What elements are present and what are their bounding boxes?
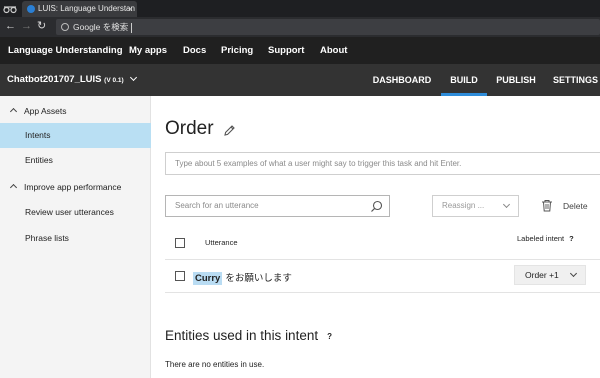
browser-toolbar: ← → ↻ Google を検索 — [0, 17, 600, 37]
trash-icon — [542, 200, 552, 212]
incognito-icon — [3, 2, 17, 14]
search-icon[interactable] — [370, 200, 383, 213]
brand-link[interactable]: Language Understanding — [8, 37, 123, 64]
text-cursor — [131, 22, 133, 33]
app-selector[interactable]: Chatbot201707_LUIS (V 0.1) — [7, 64, 138, 97]
divider — [165, 292, 600, 293]
delete-button[interactable]: Delete — [541, 197, 588, 215]
delete-label: Delete — [563, 201, 588, 211]
column-header-labeled-intent: Labeled intent? — [517, 234, 574, 243]
back-arrow-icon[interactable]: ← — [5, 20, 16, 33]
nav-pricing[interactable]: Pricing — [221, 37, 253, 64]
pencil-icon[interactable] — [223, 124, 236, 137]
chevron-up-icon — [9, 183, 18, 192]
nav-support[interactable]: Support — [268, 37, 304, 64]
chevron-up-icon — [9, 107, 18, 116]
tab-title: LUIS: Language Understan — [38, 4, 135, 13]
main-content: Order Type about 5 examples of what a us… — [151, 96, 600, 378]
help-icon[interactable]: ? — [327, 332, 332, 341]
labeled-intent-dropdown[interactable]: Order +1 — [514, 265, 586, 285]
tab-settings[interactable]: SETTINGS — [551, 64, 600, 96]
utterance-input[interactable]: Type about 5 examples of what a user mig… — [165, 152, 600, 175]
select-all-checkbox[interactable] — [175, 238, 185, 248]
tab-publish[interactable]: PUBLISH — [493, 64, 539, 96]
tab-build[interactable]: BUILD — [441, 64, 487, 96]
page-title: Order — [165, 118, 214, 139]
sidebar: App Assets Intents Entities Improve app … — [0, 96, 151, 378]
nav-about[interactable]: About — [320, 37, 347, 64]
sidebar-section-app-assets[interactable]: App Assets — [0, 100, 151, 122]
search-input[interactable]: Search for an utterance — [165, 195, 390, 217]
sidebar-section-label: Improve app performance — [24, 182, 122, 192]
help-icon[interactable]: ? — [569, 234, 574, 243]
sidebar-section-improve[interactable]: Improve app performance — [0, 176, 151, 198]
chevron-down-icon — [502, 200, 511, 209]
app-top-nav: Language Understanding My apps Docs Pric… — [0, 37, 600, 64]
app-sub-nav: Chatbot201707_LUIS (V 0.1) DASHBOARD BUI… — [0, 64, 600, 96]
google-icon — [61, 23, 69, 31]
reassign-label: Reassign ... — [442, 201, 485, 210]
app-name-label: Chatbot201707_LUIS — [7, 74, 102, 85]
chevron-down-icon — [130, 73, 138, 82]
entity-token[interactable]: Curry — [193, 272, 223, 285]
tab-close-icon[interactable]: × — [128, 1, 133, 17]
column-header-utterance: Utterance — [205, 238, 238, 247]
utterance-text: をお願いします — [225, 273, 292, 284]
reassign-dropdown[interactable]: Reassign ... — [432, 195, 519, 217]
luis-favicon-icon — [27, 5, 35, 13]
address-text: Google を検索 — [73, 22, 129, 32]
sidebar-section-label: App Assets — [24, 106, 67, 116]
nav-my-apps[interactable]: My apps — [129, 37, 167, 64]
entities-section-heading: Entities used in this intent? — [165, 328, 332, 343]
labeled-intent-value: Order +1 — [525, 270, 559, 280]
tab-dashboard[interactable]: DASHBOARD — [370, 64, 434, 96]
search-placeholder: Search for an utterance — [175, 201, 259, 210]
sidebar-item-review-utterances[interactable]: Review user utterances — [0, 200, 151, 225]
divider — [165, 259, 600, 260]
no-entities-message: There are no entities in use. — [165, 360, 265, 369]
app-version-label: (V 0.1) — [104, 77, 124, 84]
browser-tab-bar: LUIS: Language Understan × — [0, 0, 600, 17]
labeled-intent-label: Labeled intent — [517, 234, 565, 243]
sidebar-item-entities[interactable]: Entities — [0, 148, 151, 173]
nav-docs[interactable]: Docs — [183, 37, 206, 64]
sidebar-item-intents[interactable]: Intents — [0, 123, 151, 148]
reload-icon[interactable]: ↻ — [37, 20, 46, 33]
entities-heading-label: Entities used in this intent — [165, 328, 319, 343]
row-checkbox[interactable] — [175, 271, 185, 281]
chevron-down-icon — [569, 269, 578, 278]
sidebar-item-phrase-lists[interactable]: Phrase lists — [0, 226, 151, 251]
table-row-utterance[interactable]: Curry をお願いします — [193, 270, 292, 285]
forward-arrow-icon[interactable]: → — [21, 20, 32, 33]
address-bar[interactable]: Google を検索 — [56, 19, 600, 35]
browser-tab[interactable]: LUIS: Language Understan × — [22, 1, 137, 17]
